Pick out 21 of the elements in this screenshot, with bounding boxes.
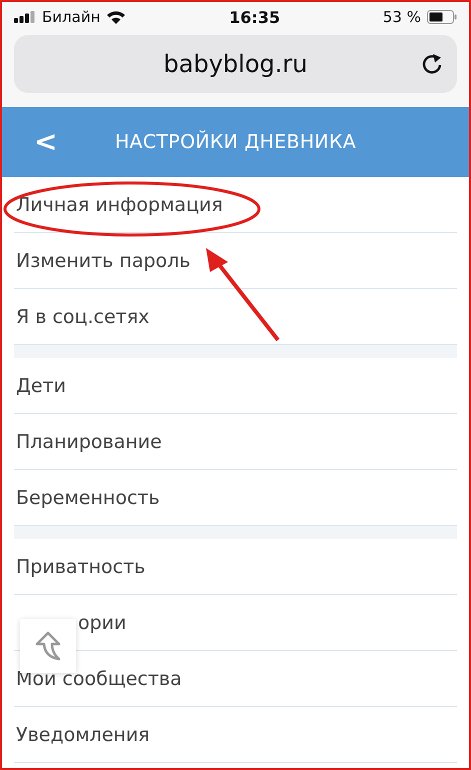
menu-item[interactable]: Я в соц.сетях bbox=[14, 306, 150, 328]
address-bar[interactable]: babyblog.ru bbox=[14, 35, 457, 93]
menu-item[interactable]: Приватность bbox=[14, 556, 146, 578]
wifi-icon bbox=[106, 10, 126, 24]
menu-item[interactable]: Планирование bbox=[14, 430, 162, 452]
menu-item[interactable]: Личная информация bbox=[14, 194, 223, 216]
reload-icon[interactable] bbox=[421, 53, 443, 75]
battery-icon bbox=[426, 10, 457, 24]
menu-item[interactable]: ории bbox=[76, 612, 126, 634]
menu-item[interactable]: Мои сообщества bbox=[14, 668, 182, 690]
carrier-name: Билайн bbox=[42, 8, 100, 26]
menu-item[interactable]: Беременность bbox=[14, 486, 160, 508]
arrow-up-icon bbox=[35, 631, 61, 661]
url-text: babyblog.ru bbox=[164, 50, 308, 78]
menu-item[interactable]: Дети bbox=[14, 374, 66, 396]
menu-item[interactable]: Изменить пароль bbox=[14, 250, 191, 272]
status-time: 16:35 bbox=[229, 8, 280, 26]
battery-percent: 53 % bbox=[382, 8, 421, 26]
header-title: НАСТРОЙКИ ДНЕВНИКА bbox=[114, 131, 356, 153]
menu-item[interactable]: Уведомления bbox=[14, 724, 150, 746]
signal-icon bbox=[14, 11, 36, 23]
